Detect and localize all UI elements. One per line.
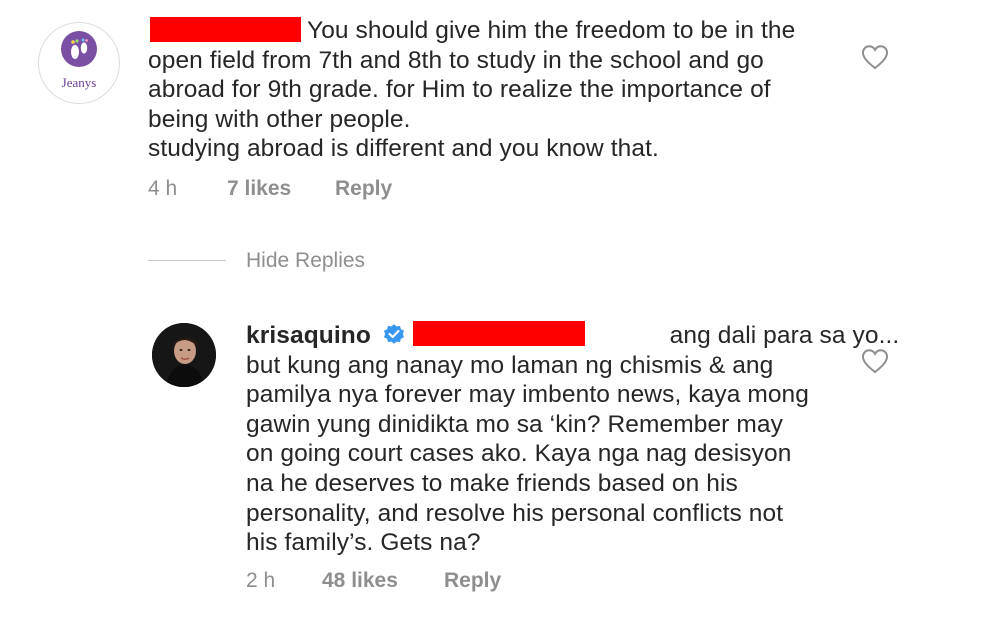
- avatar-krisaquino[interactable]: [152, 323, 216, 387]
- redaction-bar: [413, 321, 585, 346]
- comment-line: his family’s. Gets na?: [246, 529, 481, 557]
- comment-line: abroad for 9th grade. for Him to realize…: [148, 76, 771, 104]
- likes-link[interactable]: 48 likes: [322, 569, 398, 593]
- comment-line: on going court cases ako. Kaya nga nag d…: [246, 440, 792, 468]
- comment-line: studying abroad is different and you kno…: [148, 135, 659, 163]
- avatar-brand-text: Jeanys: [61, 75, 97, 90]
- footprint-logo-icon: [61, 31, 97, 67]
- comment-line: pamilya nya forever may imbento news, ka…: [246, 381, 810, 409]
- divider-line: [148, 260, 226, 261]
- username-link[interactable]: krisaquino: [246, 322, 371, 349]
- avatar-jeanys[interactable]: Jeanys: [38, 22, 120, 104]
- heart-outline-icon[interactable]: [861, 44, 889, 70]
- hide-replies-button[interactable]: Hide Replies: [246, 249, 365, 273]
- comment-line: na he deserves to make friends based on …: [246, 469, 738, 497]
- comment-line: open field from 7th and 8th to study in …: [148, 46, 764, 74]
- comment-text: krisaquino ang dali para sa yo... but ku…: [246, 321, 899, 558]
- comment-time: 2 h: [246, 569, 276, 592]
- comment-time: 4 h: [148, 177, 178, 200]
- verified-badge-icon: [382, 322, 406, 354]
- comment-line: but kung ang nanay mo laman ng chismis &…: [246, 351, 774, 379]
- comment-text: You should give him the freedom to be in…: [148, 16, 838, 164]
- heart-outline-icon[interactable]: [861, 348, 889, 374]
- likes-link[interactable]: 7 likes: [227, 177, 291, 201]
- comment-line: personality, and resolve his personal co…: [246, 499, 784, 527]
- reply-button[interactable]: Reply: [444, 569, 501, 593]
- comment-line: You should give him the freedom to be in…: [307, 17, 796, 44]
- comment-line: gawin yung dinidikta mo sa ‘kin? Remembe…: [246, 410, 783, 438]
- comment-line: being with other people.: [148, 105, 411, 133]
- reply-button[interactable]: Reply: [335, 177, 392, 201]
- comment-line: ang dali para sa yo...: [669, 322, 900, 349]
